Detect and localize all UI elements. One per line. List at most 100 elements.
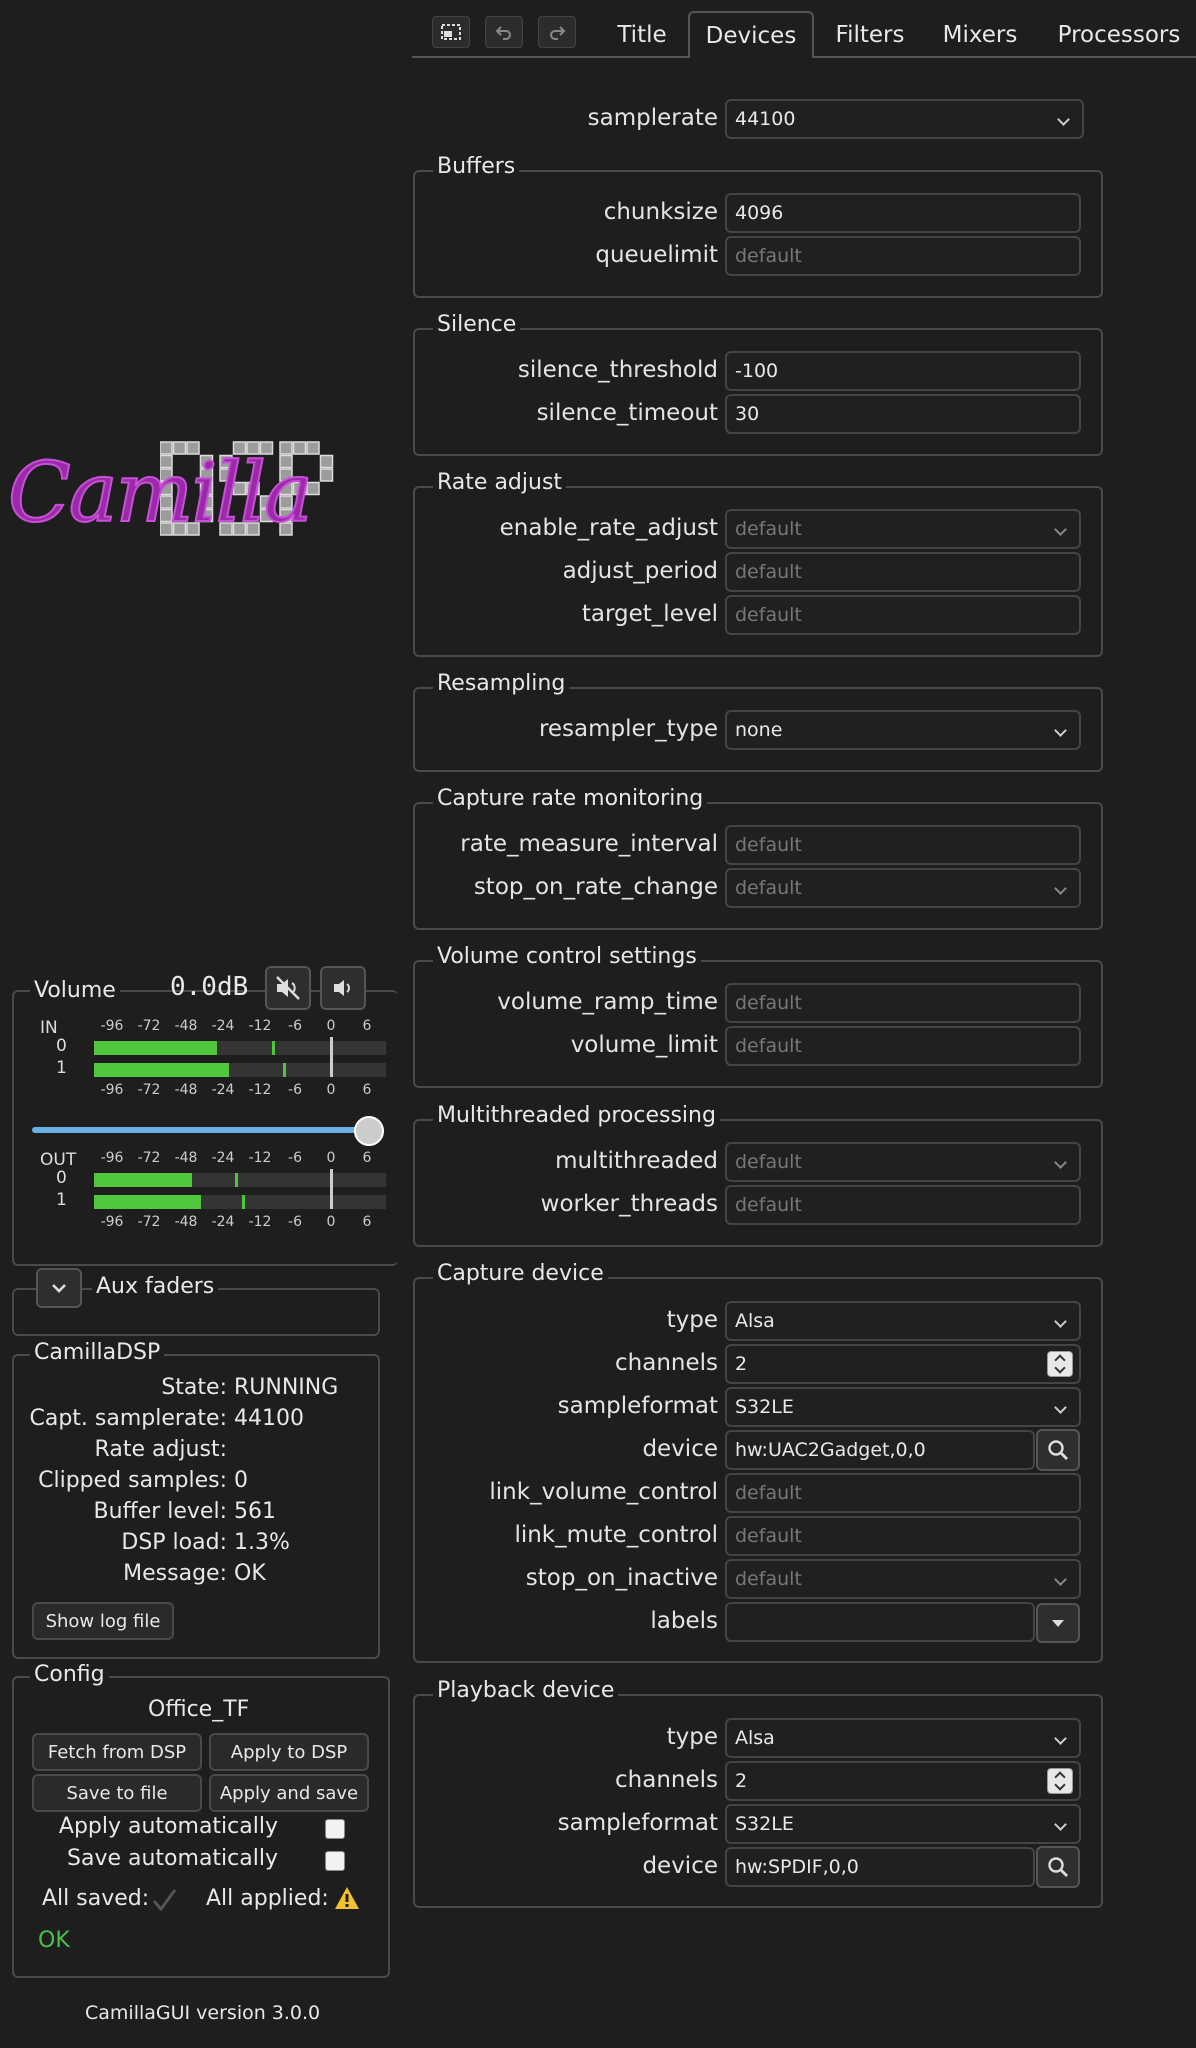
undo-button[interactable]	[485, 16, 523, 48]
out-scale-tick: -12	[248, 1150, 272, 1166]
out-scale-tick: 6	[362, 1150, 372, 1166]
capture-sampleformat-select[interactable]: S32LE	[725, 1387, 1081, 1427]
capture-device-input[interactable]: hw:UAC2Gadget,0,0	[725, 1430, 1035, 1470]
stop-on-inactive-label: stop_on_inactive	[525, 1565, 718, 1591]
chunksize-input[interactable]: 4096	[725, 193, 1081, 233]
in-meter-peak	[271, 1041, 275, 1055]
target-level-input[interactable]: default	[725, 595, 1081, 635]
capture-device-search-button[interactable]	[1036, 1429, 1080, 1471]
apply-to-dsp-button[interactable]: Apply to DSP	[209, 1733, 369, 1771]
capture-sampleformat-label: sampleformat	[557, 1393, 718, 1419]
search-icon	[1048, 1440, 1068, 1460]
volume-settings-title: Volume control settings	[433, 944, 701, 969]
aux-faders-toggle[interactable]	[36, 1268, 82, 1308]
link-mute-control-input[interactable]: default	[725, 1516, 1081, 1556]
status-value: 1.3%	[234, 1530, 290, 1555]
status-key: Clipped samples:	[38, 1468, 227, 1493]
chunksize-label: chunksize	[603, 199, 718, 225]
in-scale-tick: -72	[137, 1082, 161, 1098]
samplerate-select[interactable]: 44100	[725, 99, 1084, 139]
labels-input[interactable]	[725, 1602, 1035, 1642]
mute-button[interactable]	[265, 966, 311, 1010]
screenshot-button[interactable]	[432, 16, 470, 48]
config-title: Config	[30, 1662, 109, 1687]
playback-device-search-button[interactable]	[1036, 1846, 1080, 1888]
playback-device-label: device	[642, 1853, 718, 1879]
volume-slider[interactable]	[32, 1116, 384, 1146]
in-scale-tick: 0	[326, 1082, 336, 1098]
labels-label: labels	[650, 1608, 718, 1634]
in-scale-tick: -24	[211, 1082, 235, 1098]
redo-button[interactable]	[538, 16, 576, 48]
volume-slider-handle[interactable]	[354, 1116, 384, 1146]
capture-channels-stepper[interactable]	[1047, 1351, 1073, 1377]
out-meter-peak	[241, 1195, 245, 1209]
capture-channels-input[interactable]: 2	[725, 1344, 1081, 1384]
in-label: IN	[40, 1018, 58, 1038]
in-scale-tick: -12	[248, 1082, 272, 1098]
in-scale-tick: -6	[288, 1082, 302, 1098]
in-scale-tick: 0	[326, 1018, 336, 1034]
tab-devices[interactable]: Devices	[688, 11, 814, 58]
volume-ramp-time-label: volume_ramp_time	[497, 989, 718, 1015]
volume-slider-track	[32, 1127, 384, 1133]
playback-type-select[interactable]: Alsa	[725, 1718, 1081, 1758]
capture-channels-label: channels	[615, 1350, 718, 1376]
in-scale-tick: -48	[174, 1082, 198, 1098]
playback-channels-input[interactable]: 2	[725, 1761, 1081, 1801]
multithreaded-select[interactable]: default	[725, 1142, 1081, 1182]
rate-measure-interval-input[interactable]: default	[725, 825, 1081, 865]
status-key: Message:	[123, 1561, 227, 1586]
speaker-icon	[334, 980, 350, 996]
playback-channels-stepper[interactable]	[1047, 1768, 1073, 1794]
resampler-type-select[interactable]: none	[725, 710, 1081, 750]
in-scale-tick: 6	[362, 1018, 372, 1034]
status-key: State:	[161, 1375, 227, 1400]
out-scale-tick: -6	[288, 1214, 302, 1230]
fetch-from-dsp-button[interactable]: Fetch from DSP	[32, 1733, 202, 1771]
playback-device-input[interactable]: hw:SPDIF,0,0	[725, 1847, 1035, 1887]
in-scale-tick: -72	[137, 1018, 161, 1034]
silence-threshold-label: silence_threshold	[517, 357, 718, 383]
camilladsp-logo: Camilla	[0, 420, 400, 560]
tab-processors[interactable]: Processors	[1046, 14, 1192, 56]
save-automatically-label: Save automatically	[67, 1846, 278, 1871]
link-mute-control-label: link_mute_control	[514, 1522, 718, 1548]
stop-on-rate-change-select[interactable]: default	[725, 868, 1081, 908]
queuelimit-label: queuelimit	[595, 242, 718, 268]
checkmark-icon	[152, 1889, 177, 1912]
enable-rate-adjust-select[interactable]: default	[725, 509, 1081, 549]
search-icon	[1048, 1857, 1068, 1877]
worker-threads-input[interactable]: default	[725, 1185, 1081, 1225]
queuelimit-input[interactable]: default	[725, 236, 1081, 276]
adjust-period-input[interactable]: default	[725, 552, 1081, 592]
apply-and-save-button[interactable]: Apply and save	[209, 1774, 369, 1812]
playback-sampleformat-select[interactable]: S32LE	[725, 1804, 1081, 1844]
status-key: DSP load:	[121, 1530, 227, 1555]
playback-channels-label: channels	[615, 1767, 718, 1793]
show-log-file-button[interactable]: Show log file	[32, 1602, 174, 1640]
out-channel-label: 1	[56, 1190, 67, 1210]
link-volume-control-input[interactable]: default	[725, 1473, 1081, 1513]
capture-type-select[interactable]: Alsa	[725, 1301, 1081, 1341]
silence-timeout-input[interactable]: 30	[725, 394, 1081, 434]
caret-down-icon	[1052, 1620, 1064, 1627]
out-scale-tick: -72	[137, 1150, 161, 1166]
capture-rate-group: Capture rate monitoring	[413, 786, 1103, 930]
resampler-type-label: resampler_type	[538, 716, 718, 742]
target-level-label: target_level	[581, 601, 718, 627]
link-volume-control-label: link_volume_control	[489, 1479, 718, 1505]
volume-ramp-time-input[interactable]: default	[725, 983, 1081, 1023]
save-to-file-button[interactable]: Save to file	[32, 1774, 202, 1812]
volume-button[interactable]	[320, 966, 366, 1010]
apply-automatically-checkbox[interactable]	[325, 1819, 345, 1839]
stop-on-inactive-select[interactable]: default	[725, 1559, 1081, 1599]
labels-dropdown-button[interactable]	[1036, 1603, 1080, 1643]
tab-filters[interactable]: Filters	[822, 14, 918, 56]
save-automatically-checkbox[interactable]	[325, 1851, 345, 1871]
volume-limit-input[interactable]: default	[725, 1026, 1081, 1066]
silence-threshold-input[interactable]: -100	[725, 351, 1081, 391]
tab-mixers[interactable]: Mixers	[932, 14, 1028, 56]
out-scale-tick: -24	[211, 1150, 235, 1166]
tab-title[interactable]: Title	[600, 14, 684, 56]
